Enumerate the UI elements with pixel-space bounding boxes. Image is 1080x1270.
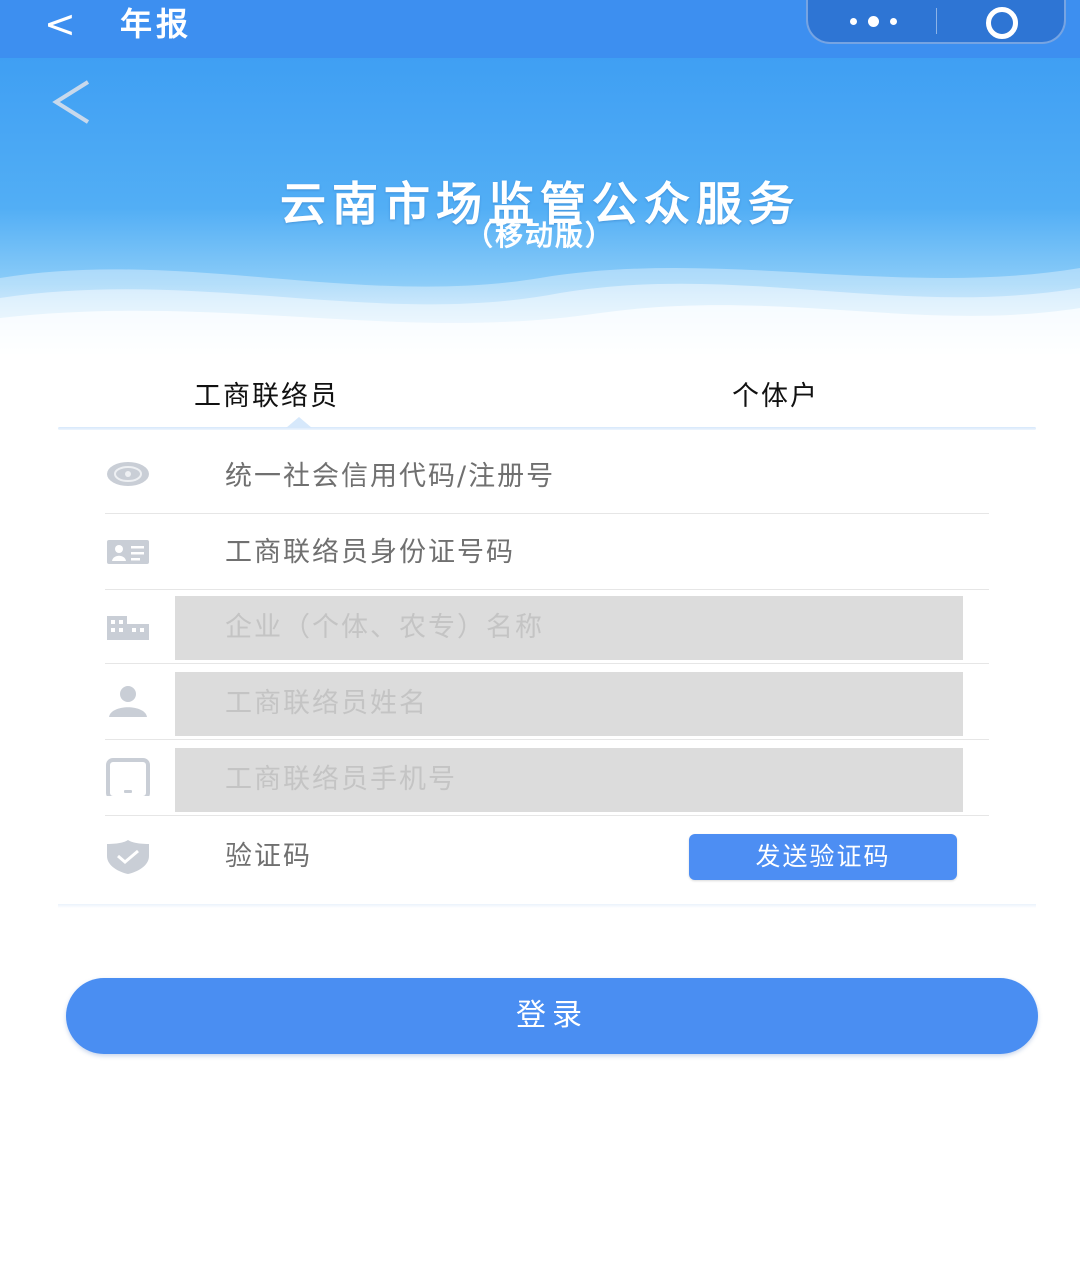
header-banner: 云南市场监管公众服务 （移动版） (0, 58, 1080, 358)
row-divider (105, 815, 989, 816)
page-back-button[interactable] (48, 78, 98, 128)
top-nav-bar: < 年报 (0, 0, 1080, 58)
active-tab-indicator (286, 417, 312, 428)
miniprogram-capsule (806, 0, 1066, 44)
phone-row: 工商联络员手机号 (105, 742, 989, 816)
id-card-icon (107, 540, 149, 564)
row-divider (105, 739, 989, 740)
verify-code-input[interactable]: 验证码 (225, 820, 312, 894)
send-code-button[interactable]: 发送验证码 (689, 834, 957, 880)
enterprise-name-field: 企业（个体、农专）名称 (175, 596, 963, 660)
enterprise-name-row: 企业（个体、农专）名称 (105, 590, 989, 664)
capsule-divider (936, 8, 937, 34)
credit-code-input[interactable]: 统一社会信用代码/注册号 (225, 440, 555, 514)
building-icon (107, 616, 149, 640)
form-bottom-shadow (58, 904, 1036, 908)
tab-contact[interactable]: 工商联络员 (194, 374, 339, 413)
contact-name-field: 工商联络员姓名 (175, 672, 963, 736)
phone-placeholder: 工商联络员手机号 (225, 764, 457, 795)
contact-name-placeholder: 工商联络员姓名 (225, 688, 428, 719)
tablet-icon (106, 758, 150, 796)
person-icon (109, 686, 147, 717)
credit-code-row: 统一社会信用代码/注册号 (105, 440, 989, 514)
page-subtitle: （移动版） (464, 219, 615, 252)
wave-decoration (0, 268, 1080, 358)
login-button[interactable]: 登录 (66, 978, 1038, 1054)
tab-individual[interactable]: 个体户 (732, 374, 819, 413)
nav-back-button[interactable]: < (44, 5, 84, 46)
enterprise-name-placeholder: 企业（个体、农专）名称 (225, 612, 544, 643)
id-number-input[interactable]: 工商联络员身份证号码 (225, 516, 515, 590)
row-divider (105, 513, 989, 514)
verify-code-row: 验证码 发送验证码 (105, 820, 989, 894)
phone-field: 工商联络员手机号 (175, 748, 963, 812)
tab-underline (58, 427, 1036, 430)
id-number-row: 工商联络员身份证号码 (105, 516, 989, 590)
chevron-left-icon (52, 80, 90, 124)
shield-check-icon (107, 840, 149, 874)
more-dots-icon[interactable] (838, 0, 933, 42)
row-divider (105, 663, 989, 664)
record-target-icon[interactable] (958, 0, 1058, 42)
badge-seal-icon (107, 462, 149, 486)
contact-name-row: 工商联络员姓名 (105, 666, 989, 740)
nav-title: 年报 (120, 5, 193, 43)
